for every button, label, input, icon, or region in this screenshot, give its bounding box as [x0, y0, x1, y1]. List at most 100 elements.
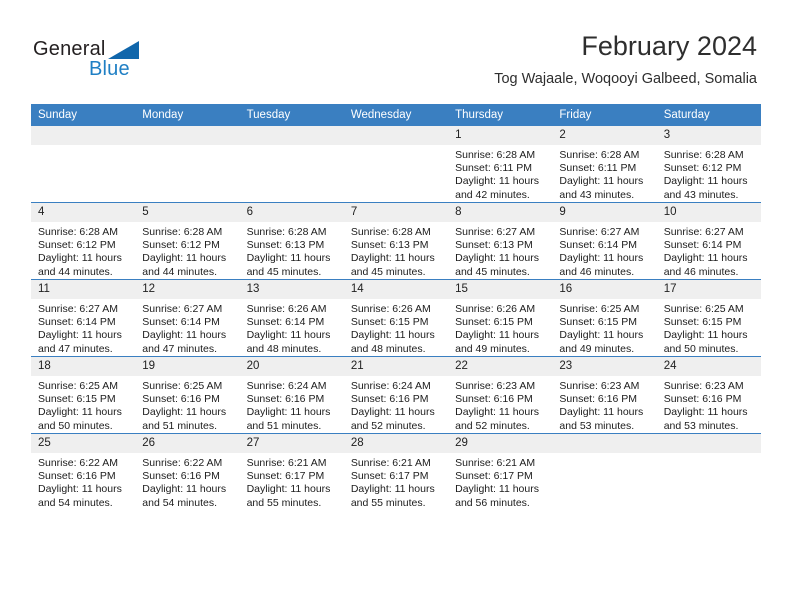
weekday-header-thursday: Thursday	[448, 104, 553, 126]
day-number: 22	[448, 357, 553, 376]
day-number: 2	[552, 126, 657, 145]
daylight-duration-line2: and 51 minutes.	[246, 419, 322, 432]
daylight-duration-line1: Daylight: 11 hours	[38, 483, 122, 496]
calendar-day-cell[interactable]: 27 Sunrise: 6:21 AM Sunset: 6:17 PM Dayligh…	[239, 433, 344, 510]
calendar-header-row: Sunday Monday Tuesday Wednesday Thursday…	[31, 104, 761, 126]
calendar-grid: Sunday Monday Tuesday Wednesday Thursday…	[31, 104, 761, 510]
calendar-day-cell[interactable]: 22 Sunrise: 6:23 AM Sunset: 6:16 PM Dayligh…	[448, 356, 553, 434]
day-number: 6	[239, 203, 344, 222]
day-number: 17	[656, 280, 761, 299]
sunset-time: Sunset: 6:14 PM	[38, 316, 116, 329]
calendar-day-cell[interactable]: 6 Sunrise: 6:28 AM Sunset: 6:13 PM Daylight…	[239, 202, 344, 280]
sunset-time: Sunset: 6:14 PM	[142, 316, 220, 329]
daylight-duration-line2: and 43 minutes.	[663, 188, 739, 201]
daylight-duration-line2: and 55 minutes.	[350, 496, 426, 509]
calendar-day-cell-empty	[135, 126, 240, 203]
daylight-duration-line2: and 54 minutes.	[38, 496, 113, 509]
sunrise-time: Sunrise: 6:24 AM	[246, 380, 327, 392]
daylight-duration-line1: Daylight: 11 hours	[663, 252, 748, 265]
daylight-duration-line1: Daylight: 11 hours	[38, 252, 122, 265]
sunrise-time: Sunrise: 6:23 AM	[455, 380, 536, 392]
calendar-day-cell[interactable]: 26 Sunrise: 6:22 AM Sunset: 6:16 PM Dayligh…	[135, 433, 240, 510]
sunrise-time: Sunrise: 6:25 AM	[663, 303, 744, 315]
calendar-day-cell[interactable]: 25 Sunrise: 6:22 AM Sunset: 6:16 PM Dayligh…	[31, 433, 136, 510]
sunset-time: Sunset: 6:12 PM	[38, 239, 116, 252]
daylight-duration-line1: Daylight: 11 hours	[350, 406, 435, 419]
generalblue-logo[interactable]: General Blue	[33, 38, 213, 86]
calendar-day-cell-empty	[343, 126, 449, 203]
calendar-page: General Blue February 2024 Tog Wajaale, …	[0, 0, 792, 612]
sunset-time: Sunset: 6:15 PM	[38, 393, 116, 406]
calendar-day-cell[interactable]: 16 Sunrise: 6:25 AM Sunset: 6:15 PM Dayligh…	[552, 279, 657, 357]
calendar-day-cell[interactable]: 21 Sunrise: 6:24 AM Sunset: 6:16 PM Dayligh…	[343, 356, 449, 434]
calendar-day-cell[interactable]: 7 Sunrise: 6:28 AM Sunset: 6:13 PM Daylight…	[343, 202, 449, 280]
sunset-time: Sunset: 6:17 PM	[246, 470, 325, 483]
day-details: Sunrise: 6:22 AM Sunset: 6:16 PM Daylight:…	[135, 453, 239, 510]
sunrise-time: Sunrise: 6:25 AM	[38, 380, 118, 392]
daylight-duration-line2: and 49 minutes.	[559, 342, 635, 355]
day-number: 5	[135, 203, 240, 222]
daylight-duration-line1: Daylight: 11 hours	[38, 329, 122, 342]
calendar-day-cell[interactable]: 11 Sunrise: 6:27 AM Sunset: 6:14 PM Dayligh…	[31, 279, 136, 357]
calendar-day-cell[interactable]: 29 Sunrise: 6:21 AM Sunset: 6:17 PM Dayligh…	[448, 433, 553, 510]
day-details: Sunrise: 6:27 AM Sunset: 6:14 PM Daylight:…	[657, 222, 761, 279]
day-number: 10	[656, 203, 761, 222]
daylight-duration-line2: and 50 minutes.	[38, 419, 113, 432]
daylight-duration-line1: Daylight: 11 hours	[455, 483, 539, 496]
page-subtitle: Tog Wajaale, Woqooyi Galbeed, Somalia	[494, 71, 757, 87]
calendar-day-cell[interactable]: 5 Sunrise: 6:28 AM Sunset: 6:12 PM Daylight…	[135, 202, 240, 280]
calendar-day-cell[interactable]: 24 Sunrise: 6:23 AM Sunset: 6:16 PM Dayligh…	[656, 356, 761, 434]
daylight-duration-line2: and 56 minutes.	[455, 496, 530, 509]
calendar-week-row: 1 Sunrise: 6:28 AM Sunset: 6:11 PM Daylight…	[31, 126, 761, 203]
sunrise-time: Sunrise: 6:27 AM	[455, 226, 536, 238]
day-details: Sunrise: 6:27 AM Sunset: 6:14 PM Daylight:…	[552, 222, 656, 279]
calendar-day-cell[interactable]: 23 Sunrise: 6:23 AM Sunset: 6:16 PM Dayligh…	[552, 356, 657, 434]
day-number: 23	[552, 357, 657, 376]
daylight-duration-line2: and 52 minutes.	[350, 419, 426, 432]
calendar-day-cell[interactable]: 4 Sunrise: 6:28 AM Sunset: 6:12 PM Daylight…	[31, 202, 136, 280]
sunrise-time: Sunrise: 6:28 AM	[350, 226, 431, 238]
calendar-day-cell[interactable]: 20 Sunrise: 6:24 AM Sunset: 6:16 PM Dayligh…	[239, 356, 344, 434]
day-number: 11	[31, 280, 136, 299]
daylight-duration-line2: and 46 minutes.	[559, 265, 635, 278]
day-number: 7	[343, 203, 449, 222]
daylight-duration-line2: and 44 minutes.	[38, 265, 113, 278]
weekday-header-wednesday: Wednesday	[343, 104, 449, 126]
calendar-day-cell[interactable]: 1 Sunrise: 6:28 AM Sunset: 6:11 PM Daylight…	[448, 126, 553, 203]
calendar-day-cell[interactable]: 28 Sunrise: 6:21 AM Sunset: 6:17 PM Dayligh…	[343, 433, 449, 510]
day-details: Sunrise: 6:23 AM Sunset: 6:16 PM Daylight:…	[448, 376, 552, 433]
daylight-duration-line2: and 47 minutes.	[38, 342, 113, 355]
calendar-day-cell[interactable]: 10 Sunrise: 6:27 AM Sunset: 6:14 PM Dayligh…	[656, 202, 761, 280]
daylight-duration-line1: Daylight: 11 hours	[663, 406, 748, 419]
calendar-day-cell[interactable]: 18 Sunrise: 6:25 AM Sunset: 6:15 PM Dayligh…	[31, 356, 136, 434]
calendar-day-cell[interactable]: 9 Sunrise: 6:27 AM Sunset: 6:14 PM Daylight…	[552, 202, 657, 280]
day-number: 15	[448, 280, 553, 299]
day-number: 1	[448, 126, 553, 145]
daylight-duration-line1: Daylight: 11 hours	[142, 329, 227, 342]
calendar-day-cell[interactable]: 14 Sunrise: 6:26 AM Sunset: 6:15 PM Dayligh…	[343, 279, 449, 357]
calendar-day-cell[interactable]: 12 Sunrise: 6:27 AM Sunset: 6:14 PM Dayligh…	[135, 279, 240, 357]
day-details: Sunrise: 6:25 AM Sunset: 6:16 PM Daylight:…	[135, 376, 239, 433]
sunrise-time: Sunrise: 6:28 AM	[246, 226, 327, 238]
sunset-time: Sunset: 6:16 PM	[663, 393, 742, 406]
calendar-day-cell[interactable]: 2 Sunrise: 6:28 AM Sunset: 6:11 PM Daylight…	[552, 126, 657, 203]
calendar-day-cell[interactable]: 3 Sunrise: 6:28 AM Sunset: 6:12 PM Daylight…	[656, 126, 761, 203]
calendar-day-cell[interactable]: 17 Sunrise: 6:25 AM Sunset: 6:15 PM Dayligh…	[656, 279, 761, 357]
day-details: Sunrise: 6:26 AM Sunset: 6:14 PM Daylight:…	[240, 299, 344, 356]
day-details: Sunrise: 6:25 AM Sunset: 6:15 PM Daylight:…	[552, 299, 656, 356]
calendar-day-cell[interactable]: 8 Sunrise: 6:27 AM Sunset: 6:13 PM Daylight…	[448, 202, 553, 280]
sunset-time: Sunset: 6:16 PM	[559, 393, 638, 406]
day-number	[31, 126, 136, 145]
daylight-duration-line1: Daylight: 11 hours	[455, 252, 539, 265]
daylight-duration-line1: Daylight: 11 hours	[246, 483, 331, 496]
day-details: Sunrise: 6:26 AM Sunset: 6:15 PM Daylight:…	[448, 299, 552, 356]
sunset-time: Sunset: 6:14 PM	[246, 316, 325, 329]
sunrise-time: Sunrise: 6:28 AM	[559, 149, 640, 161]
sunset-time: Sunset: 6:15 PM	[455, 316, 533, 329]
calendar-day-cell[interactable]: 13 Sunrise: 6:26 AM Sunset: 6:14 PM Dayligh…	[239, 279, 344, 357]
day-number: 19	[135, 357, 240, 376]
calendar-day-cell[interactable]: 15 Sunrise: 6:26 AM Sunset: 6:15 PM Dayligh…	[448, 279, 553, 357]
daylight-duration-line1: Daylight: 11 hours	[559, 329, 644, 342]
calendar-day-cell[interactable]: 19 Sunrise: 6:25 AM Sunset: 6:16 PM Dayligh…	[135, 356, 240, 434]
daylight-duration-line1: Daylight: 11 hours	[350, 252, 435, 265]
